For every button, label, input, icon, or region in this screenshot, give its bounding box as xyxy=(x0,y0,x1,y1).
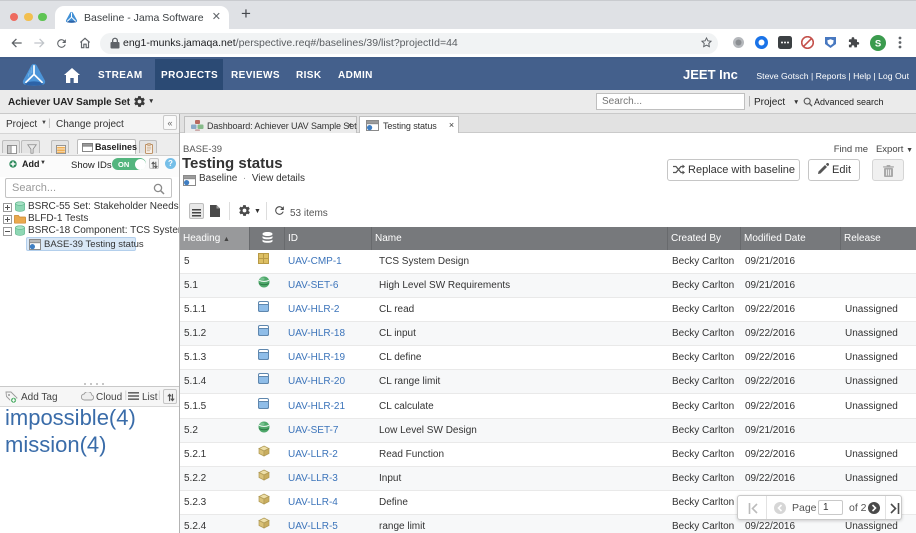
svg-text:S: S xyxy=(875,38,881,49)
